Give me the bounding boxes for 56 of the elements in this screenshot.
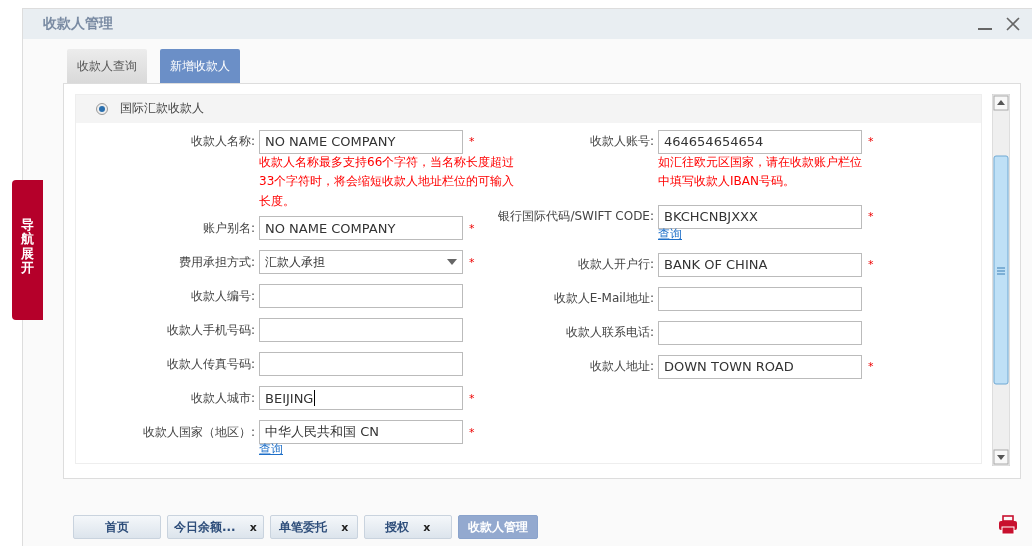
field-label: 收款人国家（地区）: <box>141 423 256 441</box>
input-field[interactable] <box>658 320 862 345</box>
query-link[interactable]: 查询 <box>259 441 283 457</box>
required-mark: * <box>469 221 475 235</box>
field-label: 收款人城市: <box>189 389 256 407</box>
required-mark: * <box>868 258 874 271</box>
hint-text: 如汇往欧元区国家，请在收款账户栏位中填写收款人IBAN号码。 <box>658 153 863 190</box>
taskbar-tab[interactable]: 授权 x <box>363 515 452 539</box>
input-field[interactable]: 中华人民共和国 CN <box>259 420 463 444</box>
input-field[interactable] <box>658 286 862 311</box>
nav-expand-tab[interactable]: 导航展开 <box>12 180 43 320</box>
field-label: 收款人名称: <box>189 133 256 150</box>
input-field[interactable]: NO NAME COMPANY <box>259 216 463 240</box>
taskbar-tab[interactable]: 单笔委托 x <box>269 515 358 539</box>
input-field[interactable]: BANK OF CHINA <box>658 252 862 277</box>
field-label: 费用承担方式: <box>177 253 256 271</box>
required-mark: * <box>868 135 874 148</box>
required-mark: * <box>469 135 475 148</box>
input-field[interactable]: BEIJING <box>259 386 463 410</box>
input-field[interactable]: 464654654654 <box>658 129 862 154</box>
field-label: 收款人编号: <box>189 287 256 305</box>
radio-label: 国际汇款收款人 <box>120 100 204 118</box>
field-label: 收款人联系电话: <box>564 324 655 341</box>
dropdown[interactable]: 汇款人承担 <box>259 250 463 274</box>
taskbar-tab[interactable]: 今日余额... x <box>167 515 264 539</box>
required-mark: * <box>469 425 475 439</box>
input-field[interactable] <box>259 284 463 308</box>
field-label: 银行国际代码/SWIFT CODE: <box>497 208 655 225</box>
close-tab-icon[interactable]: x <box>249 520 257 534</box>
field-label: 账户别名: <box>201 219 256 237</box>
printer-icon[interactable] <box>998 515 1018 535</box>
taskbar-tab[interactable]: 首页 <box>73 515 161 539</box>
caret-icon <box>447 259 457 265</box>
input-field[interactable] <box>259 318 463 342</box>
window-title: 收款人管理 <box>43 15 114 33</box>
close-tab-icon[interactable]: x <box>423 520 431 534</box>
field-label: 收款人账号: <box>588 133 655 150</box>
tab[interactable]: 收款人查询 <box>67 49 147 83</box>
radio-button[interactable] <box>96 102 108 115</box>
field-label: 收款人地址: <box>588 358 655 375</box>
required-mark: * <box>868 210 874 223</box>
hint-text: 收款人名称最多支持66个字符，当名称长度超过33个字符时，将会缩短收款人地址栏位的可输入长度。 <box>259 153 516 210</box>
field-label: 收款人E-Mail地址: <box>552 290 655 307</box>
required-mark: * <box>868 360 874 373</box>
input-field[interactable]: DOWN TOWN ROAD <box>658 354 862 379</box>
required-mark: * <box>469 391 475 405</box>
input-field[interactable]: BKCHCNBJXXX <box>658 204 862 229</box>
field-label: 收款人开户行: <box>576 256 655 273</box>
input-field[interactable] <box>259 352 463 376</box>
close-icon[interactable] <box>1006 17 1020 31</box>
scrollbar[interactable] <box>992 94 1010 466</box>
close-tab-icon[interactable]: x <box>341 520 349 534</box>
input-field[interactable]: NO NAME COMPANY <box>259 129 463 154</box>
field-label: 收款人手机号码: <box>165 321 256 339</box>
field-label: 收款人传真号码: <box>165 355 256 373</box>
required-mark: * <box>469 255 475 269</box>
